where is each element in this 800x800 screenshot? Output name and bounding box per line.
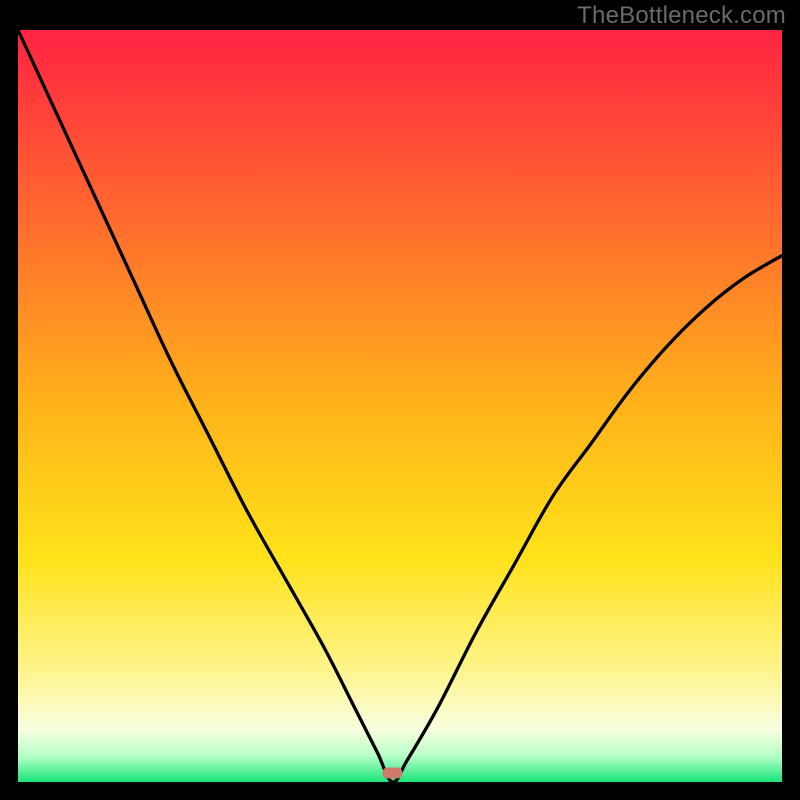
chart-container: TheBottleneck.com [0,0,800,800]
optimum-marker [382,768,402,779]
chart-svg [18,30,782,782]
gradient-background [18,30,782,782]
watermark-text: TheBottleneck.com [577,2,786,30]
plot-area [18,30,782,782]
